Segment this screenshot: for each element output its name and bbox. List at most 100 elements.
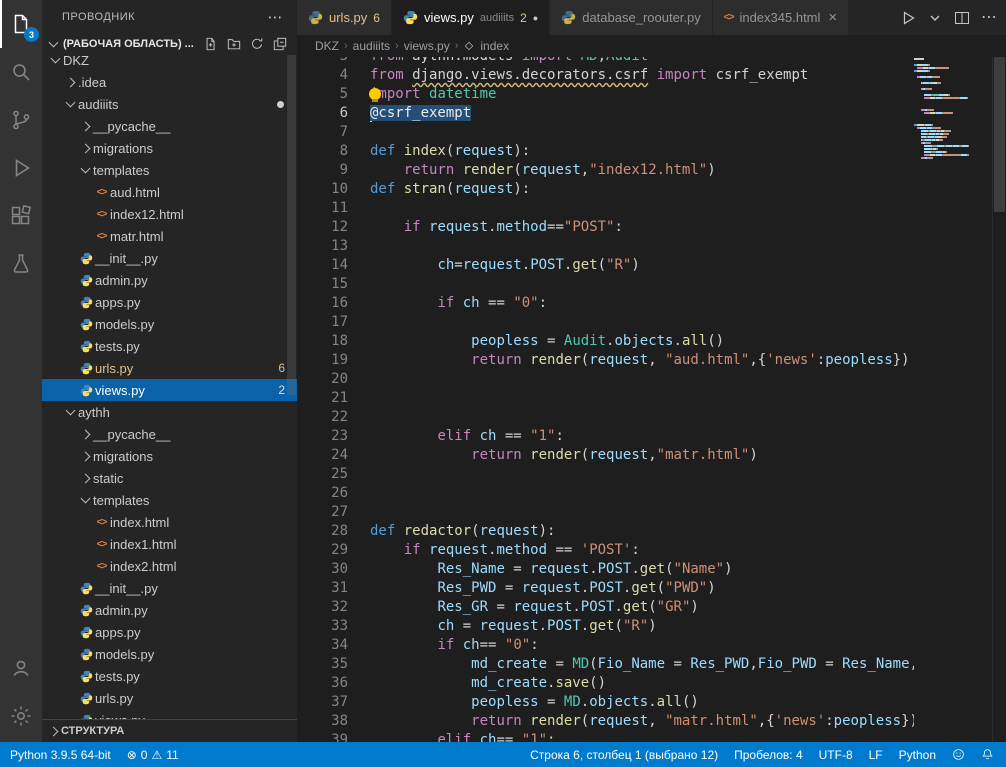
tree-item--init-py[interactable]: __init__.py bbox=[42, 577, 297, 599]
breadcrumb-separator: › bbox=[344, 40, 348, 52]
refresh-icon[interactable] bbox=[250, 37, 264, 51]
run-icon[interactable] bbox=[900, 10, 916, 26]
html-file-icon: <> bbox=[97, 187, 107, 198]
tree-item-label: views.py bbox=[95, 383, 145, 398]
activity-bar-item-account[interactable] bbox=[0, 644, 42, 692]
activity-bar-item-settings-gear[interactable] bbox=[0, 692, 42, 740]
tab-index345-html[interactable]: <>index345.html× bbox=[713, 0, 849, 35]
code-lines[interactable]: from aythh.models import MD,Auditfrom dj… bbox=[365, 57, 914, 742]
code-line-31: Res_PWD = request.POST.get("PWD") bbox=[370, 579, 914, 598]
code-line-38: return render(request, "matr.html",{'new… bbox=[370, 712, 914, 731]
code-line-36: md_create.save() bbox=[370, 674, 914, 693]
code-line-37: peopless = MD.objects.all() bbox=[370, 693, 914, 712]
source-control-icon bbox=[9, 108, 33, 132]
tree-item-static[interactable]: static bbox=[42, 467, 297, 489]
language-mode[interactable]: Python bbox=[891, 742, 944, 767]
tree-item-templates[interactable]: templates bbox=[42, 489, 297, 511]
more-actions-icon[interactable]: ⋯ bbox=[268, 8, 284, 26]
editor[interactable]: 3456789101112131415161718192021222324252… bbox=[297, 57, 1006, 742]
minimap[interactable] bbox=[914, 57, 992, 742]
tab-urls-py[interactable]: urls.py6 bbox=[297, 0, 392, 35]
more-actions-icon[interactable]: ⋯ bbox=[981, 13, 998, 23]
tree-item--pycache-[interactable]: __pycache__ bbox=[42, 423, 297, 445]
breadcrumb-item-index[interactable]: index bbox=[480, 39, 509, 53]
tree-item--init-py[interactable]: __init__.py bbox=[42, 247, 297, 269]
run-dropdown-icon[interactable] bbox=[927, 10, 943, 26]
tree-item-admin-py[interactable]: admin.py bbox=[42, 599, 297, 621]
close-icon[interactable]: × bbox=[828, 9, 837, 26]
encoding[interactable]: UTF-8 bbox=[811, 742, 861, 767]
activity-bar-item-run-debug[interactable] bbox=[0, 144, 42, 192]
activity-bar-item-testing[interactable] bbox=[0, 240, 42, 288]
lightbulb-icon[interactable] bbox=[369, 88, 381, 100]
workspace-header[interactable]: (РАБОЧАЯ ОБЛАСТЬ) ... bbox=[42, 33, 297, 55]
warning-icon: ⚠ bbox=[151, 748, 162, 762]
tree-item-models-py[interactable]: models.py bbox=[42, 643, 297, 665]
python-interpreter[interactable]: Python 3.9.5 64-bit bbox=[2, 742, 119, 767]
editor-scrollbar[interactable] bbox=[992, 57, 1006, 742]
tree-item-aud-html[interactable]: <>aud.html bbox=[42, 181, 297, 203]
activity-bar-item-files[interactable]: 3 bbox=[0, 0, 42, 48]
tree-item-index-html[interactable]: <>index.html bbox=[42, 511, 297, 533]
tree-item-migrations[interactable]: migrations bbox=[42, 137, 297, 159]
activity-bar-item-source-control[interactable] bbox=[0, 96, 42, 144]
indentation[interactable]: Пробелов: 4 bbox=[726, 742, 811, 767]
tab-database-roouter-py[interactable]: database_roouter.py bbox=[550, 0, 713, 35]
tree-item-label: __pycache__ bbox=[93, 119, 170, 134]
tree-item-index2-html[interactable]: <>index2.html bbox=[42, 555, 297, 577]
activity-bar: 3 bbox=[0, 0, 42, 742]
tree-item-index1-html[interactable]: <>index1.html bbox=[42, 533, 297, 555]
tree-item-apps-py[interactable]: apps.py bbox=[42, 621, 297, 643]
workspace-actions bbox=[204, 37, 287, 51]
tree-item-label: index2.html bbox=[110, 559, 176, 574]
new-file-icon[interactable] bbox=[204, 37, 218, 51]
breadcrumb-item-audiiits[interactable]: audiiits bbox=[353, 39, 390, 53]
tree-item-apps-py[interactable]: apps.py bbox=[42, 291, 297, 313]
tree-item-matr-html[interactable]: <>matr.html bbox=[42, 225, 297, 247]
activity-bar-item-extensions[interactable] bbox=[0, 192, 42, 240]
code-line-23: elif ch == "1": bbox=[370, 427, 914, 446]
code-line-10: def stran(request): bbox=[370, 180, 914, 199]
tree-item--idea[interactable]: .idea bbox=[42, 71, 297, 93]
code-line-27 bbox=[370, 503, 914, 522]
split-editor-icon[interactable] bbox=[954, 10, 970, 26]
tree-item-aythh[interactable]: aythh bbox=[42, 401, 297, 423]
gutter: 3456789101112131415161718192021222324252… bbox=[297, 57, 365, 742]
code-line-29: if request.method == 'POST': bbox=[370, 541, 914, 560]
tab-views-py[interactable]: views.pyaudiiits2● bbox=[392, 0, 550, 35]
tree-item-admin-py[interactable]: admin.py bbox=[42, 269, 297, 291]
python-file-icon bbox=[80, 274, 93, 287]
notifications-bell-icon[interactable] bbox=[973, 742, 1002, 767]
tree-item-index12-html[interactable]: <>index12.html bbox=[42, 203, 297, 225]
problems-indicator[interactable]: ⊗ 0 ⚠ 11 bbox=[119, 742, 187, 767]
feedback-icon[interactable] bbox=[944, 742, 973, 767]
tree-item-migrations[interactable]: migrations bbox=[42, 445, 297, 467]
tab-label: views.py bbox=[424, 10, 474, 25]
breadcrumb-item-dkz[interactable]: DKZ bbox=[315, 39, 339, 53]
scrollbar-thumb[interactable] bbox=[994, 57, 1005, 212]
sidebar-scrollbar[interactable] bbox=[287, 55, 296, 395]
breadcrumb-item-views-py[interactable]: views.py bbox=[404, 39, 450, 53]
tree-item-dkz[interactable]: DKZ bbox=[42, 55, 297, 71]
tree-item-label: apps.py bbox=[95, 625, 141, 640]
tree-item-label: aud.html bbox=[110, 185, 160, 200]
activity-bar-item-search[interactable] bbox=[0, 48, 42, 96]
collapse-all-icon[interactable] bbox=[273, 37, 287, 51]
cursor-position[interactable]: Строка 6, столбец 1 (выбрано 12) bbox=[522, 742, 726, 767]
tree-item-urls-py[interactable]: urls.py6 bbox=[42, 357, 297, 379]
tree-item-tests-py[interactable]: tests.py bbox=[42, 335, 297, 357]
new-folder-icon[interactable] bbox=[227, 37, 241, 51]
tree-item-label: models.py bbox=[95, 317, 154, 332]
tree-item-templates[interactable]: templates bbox=[42, 159, 297, 181]
dirty-indicator-icon[interactable]: ● bbox=[533, 13, 538, 23]
tree-item-audiiits[interactable]: audiiits bbox=[42, 93, 297, 115]
code-line-33: ch = request.POST.get("R") bbox=[370, 617, 914, 636]
tree-item--pycache-[interactable]: __pycache__ bbox=[42, 115, 297, 137]
tree-item-views-py[interactable]: views.py2 bbox=[42, 379, 297, 401]
tree-item-models-py[interactable]: models.py bbox=[42, 313, 297, 335]
tree-item-urls-py[interactable]: urls.py bbox=[42, 687, 297, 709]
eol[interactable]: LF bbox=[861, 742, 891, 767]
code-line-32: Res_GR = request.POST.get("GR") bbox=[370, 598, 914, 617]
tree-item-tests-py[interactable]: tests.py bbox=[42, 665, 297, 687]
outline-section-header[interactable]: СТРУКТУРА bbox=[42, 719, 297, 742]
